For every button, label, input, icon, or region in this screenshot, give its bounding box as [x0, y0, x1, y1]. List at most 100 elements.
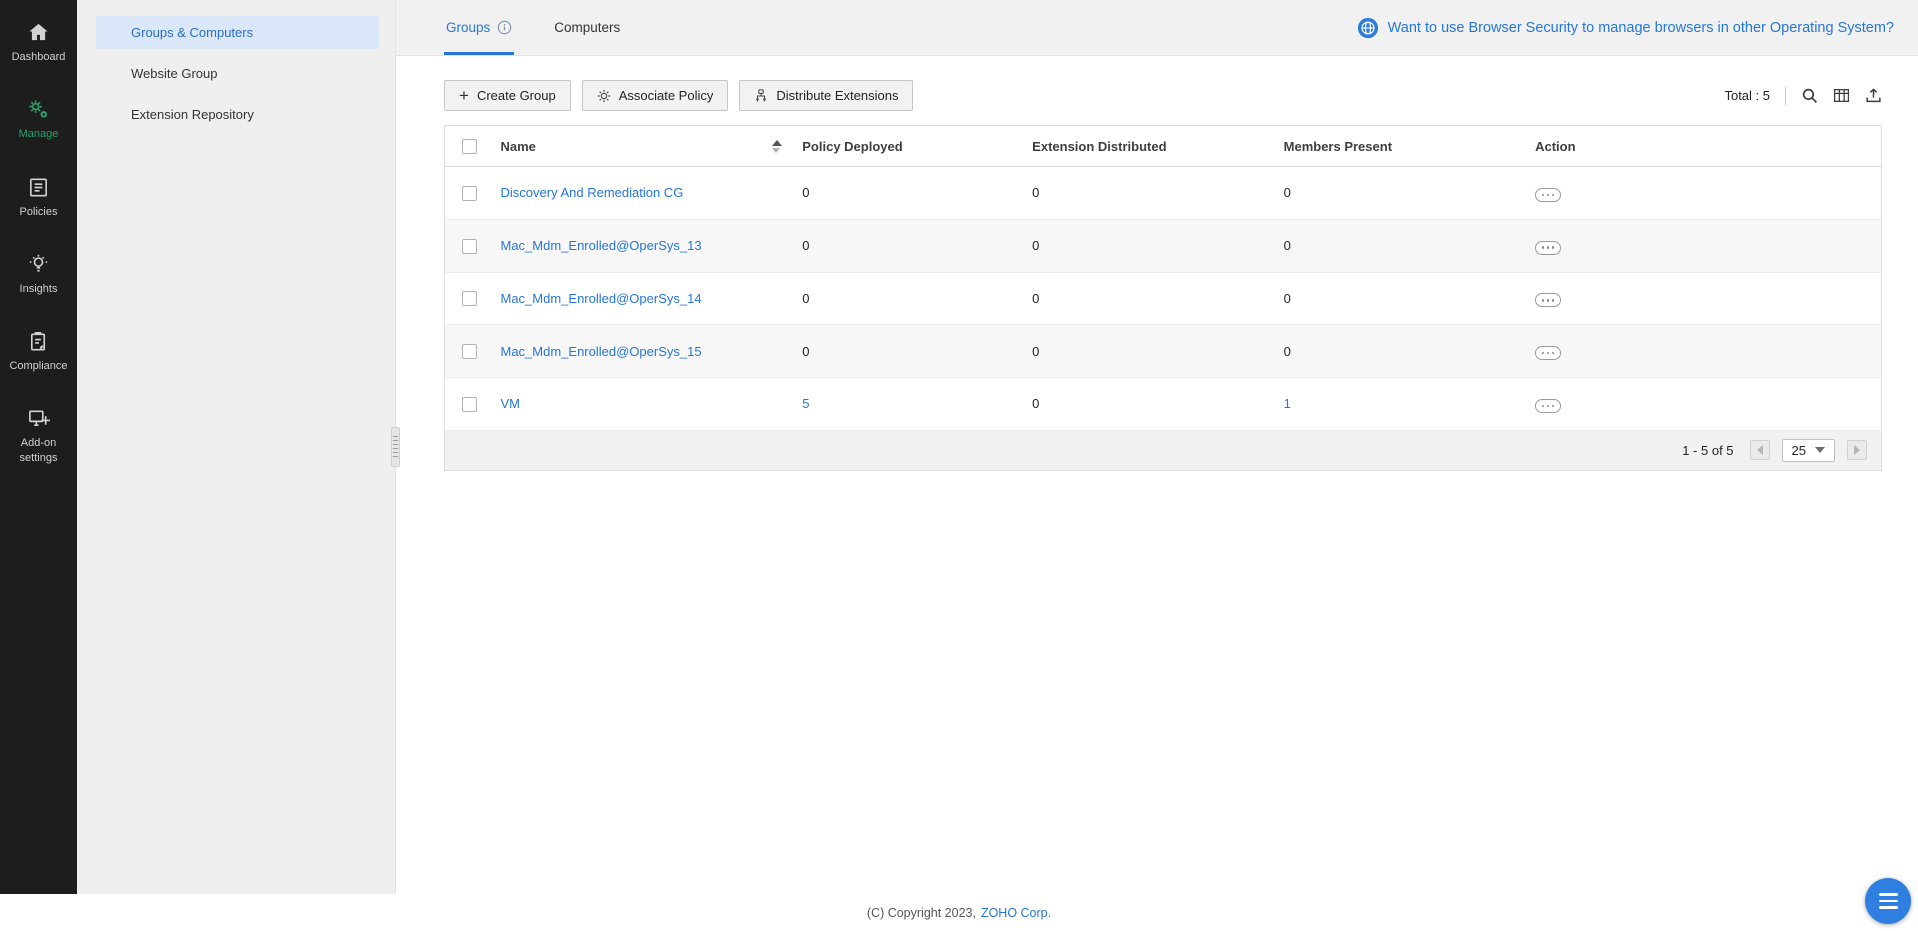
tab-groups[interactable]: Groups — [444, 0, 514, 55]
table-row: Mac_Mdm_Enrolled@OperSys_14 0 0 0 — [445, 272, 1882, 325]
floating-menu-button[interactable] — [1865, 878, 1911, 924]
table-row: Discovery And Remediation CG 0 0 0 — [445, 167, 1882, 220]
row-actions-ellipsis-icon[interactable] — [1535, 399, 1561, 413]
addon-settings-icon — [27, 407, 50, 430]
column-header-action: Action — [1525, 126, 1881, 167]
info-icon[interactable] — [497, 20, 512, 35]
compliance-clipboard-icon — [27, 330, 50, 353]
extension-distributed-value: 0 — [1022, 378, 1273, 431]
hamburger-icon — [1879, 893, 1898, 896]
row-actions-ellipsis-icon[interactable] — [1535, 346, 1561, 360]
content-area: + Create Group Associate Policy Distribu… — [396, 56, 1918, 471]
sidebar-item-label: Add-on settings — [3, 436, 74, 465]
row-actions-ellipsis-icon[interactable] — [1535, 293, 1561, 307]
sidebar-item-label: Policies — [20, 205, 58, 219]
distribute-extensions-button[interactable]: Distribute Extensions — [739, 80, 913, 111]
chevron-right-icon — [1854, 445, 1860, 455]
sidebar-item-insights[interactable]: Insights — [0, 240, 77, 309]
row-actions-ellipsis-icon[interactable] — [1535, 241, 1561, 255]
tab-computers[interactable]: Computers — [552, 0, 622, 55]
group-name-link[interactable]: Discovery And Remediation CG — [501, 185, 684, 200]
os-banner: Want to use Browser Security to manage b… — [1357, 0, 1894, 55]
divider — [1785, 87, 1786, 105]
copyright-text: (C) Copyright 2023, — [867, 906, 976, 920]
policy-deployed-value: 0 — [792, 325, 1022, 378]
policy-deployed-value: 0 — [792, 219, 1022, 272]
export-icon[interactable] — [1865, 87, 1882, 104]
extension-distributed-value: 0 — [1022, 167, 1273, 220]
secondary-sidebar: Groups & Computers Website Group Extensi… — [77, 0, 396, 894]
app-shell: Dashboard Manage Policies Insights Compl… — [0, 0, 1918, 894]
submenu-item-label: Groups & Computers — [131, 25, 253, 40]
sidebar-item-compliance[interactable]: Compliance — [0, 317, 77, 386]
sidebar-item-label: Insights — [20, 282, 58, 296]
distribute-extensions-label: Distribute Extensions — [776, 88, 898, 103]
row-actions-ellipsis-icon[interactable] — [1535, 188, 1561, 202]
plus-icon: + — [459, 89, 469, 103]
create-group-button[interactable]: + Create Group — [444, 80, 571, 111]
submenu-item-groups-computers[interactable]: Groups & Computers — [96, 16, 379, 49]
table-header-row: Name Policy Deployed Extension Distribut… — [445, 126, 1882, 167]
zoho-corp-link[interactable]: ZOHO Corp. — [981, 906, 1051, 920]
sidebar-item-dashboard[interactable]: Dashboard — [0, 8, 77, 77]
policy-deployed-link[interactable]: 5 — [802, 396, 809, 411]
row-checkbox[interactable] — [462, 291, 477, 306]
sidebar-item-policies[interactable]: Policies — [0, 163, 77, 232]
groups-table: Name Policy Deployed Extension Distribut… — [444, 125, 1882, 431]
group-name-link[interactable]: Mac_Mdm_Enrolled@OperSys_15 — [501, 344, 702, 359]
search-icon[interactable] — [1801, 87, 1818, 104]
toolbar: + Create Group Associate Policy Distribu… — [444, 80, 1882, 111]
members-present-value: 0 — [1274, 219, 1525, 272]
table-row: Mac_Mdm_Enrolled@OperSys_15 0 0 0 — [445, 325, 1882, 378]
column-header-extension-distributed: Extension Distributed — [1022, 126, 1273, 167]
members-present-value: 0 — [1274, 167, 1525, 220]
row-checkbox[interactable] — [462, 186, 477, 201]
table-row: VM 5 0 1 — [445, 378, 1882, 431]
os-banner-link[interactable]: Want to use Browser Security to manage b… — [1388, 20, 1894, 36]
chevron-left-icon — [1757, 445, 1763, 455]
sidebar-item-label: Manage — [19, 127, 59, 141]
submenu-item-label: Website Group — [131, 66, 217, 81]
insights-bulb-icon — [27, 253, 50, 276]
submenu-item-website-group[interactable]: Website Group — [96, 57, 379, 90]
next-page-button[interactable] — [1847, 440, 1867, 460]
extension-distributed-value: 0 — [1022, 325, 1273, 378]
group-name-link[interactable]: VM — [501, 396, 521, 411]
page-size-dropdown[interactable]: 25 — [1782, 439, 1835, 462]
manage-gears-icon — [27, 98, 50, 121]
table-row: Mac_Mdm_Enrolled@OperSys_13 0 0 0 — [445, 219, 1882, 272]
main-content: Groups Computers Want to use Browser Sec… — [396, 0, 1918, 894]
tab-label: Computers — [554, 20, 620, 35]
extension-distributed-value: 0 — [1022, 272, 1273, 325]
extension-distributed-value: 0 — [1022, 219, 1273, 272]
sidebar-item-addon-settings[interactable]: Add-on settings — [0, 394, 77, 478]
row-checkbox[interactable] — [462, 239, 477, 254]
page-footer: (C) Copyright 2023, ZOHO Corp. — [0, 894, 1918, 931]
primary-sidebar: Dashboard Manage Policies Insights Compl… — [0, 0, 77, 894]
tab-label: Groups — [446, 20, 490, 35]
submenu-item-extension-repository[interactable]: Extension Repository — [96, 98, 379, 131]
members-present-value: 0 — [1274, 272, 1525, 325]
group-name-link[interactable]: Mac_Mdm_Enrolled@OperSys_14 — [501, 291, 702, 306]
pagination-range-label: 1 - 5 of 5 — [1682, 443, 1733, 458]
chevron-down-icon — [1815, 447, 1825, 453]
resizer-grip-icon — [393, 436, 398, 458]
select-all-checkbox[interactable] — [462, 139, 477, 154]
row-checkbox[interactable] — [462, 344, 477, 359]
previous-page-button[interactable] — [1750, 440, 1770, 460]
sidebar-item-manage[interactable]: Manage — [0, 85, 77, 154]
associate-policy-button[interactable]: Associate Policy — [582, 80, 729, 111]
distribute-icon — [754, 89, 768, 103]
group-name-link[interactable]: Mac_Mdm_Enrolled@OperSys_13 — [501, 238, 702, 253]
column-chooser-icon[interactable] — [1833, 87, 1850, 104]
members-present-link[interactable]: 1 — [1284, 396, 1291, 411]
home-icon — [27, 21, 50, 44]
column-header-name[interactable]: Name — [491, 126, 793, 167]
members-present-value: 0 — [1274, 325, 1525, 378]
column-header-policy-deployed: Policy Deployed — [792, 126, 1022, 167]
panel-resizer[interactable] — [391, 427, 400, 467]
sort-icon[interactable] — [772, 140, 782, 153]
globe-icon — [1357, 17, 1379, 39]
policies-icon — [27, 176, 50, 199]
row-checkbox[interactable] — [462, 397, 477, 412]
